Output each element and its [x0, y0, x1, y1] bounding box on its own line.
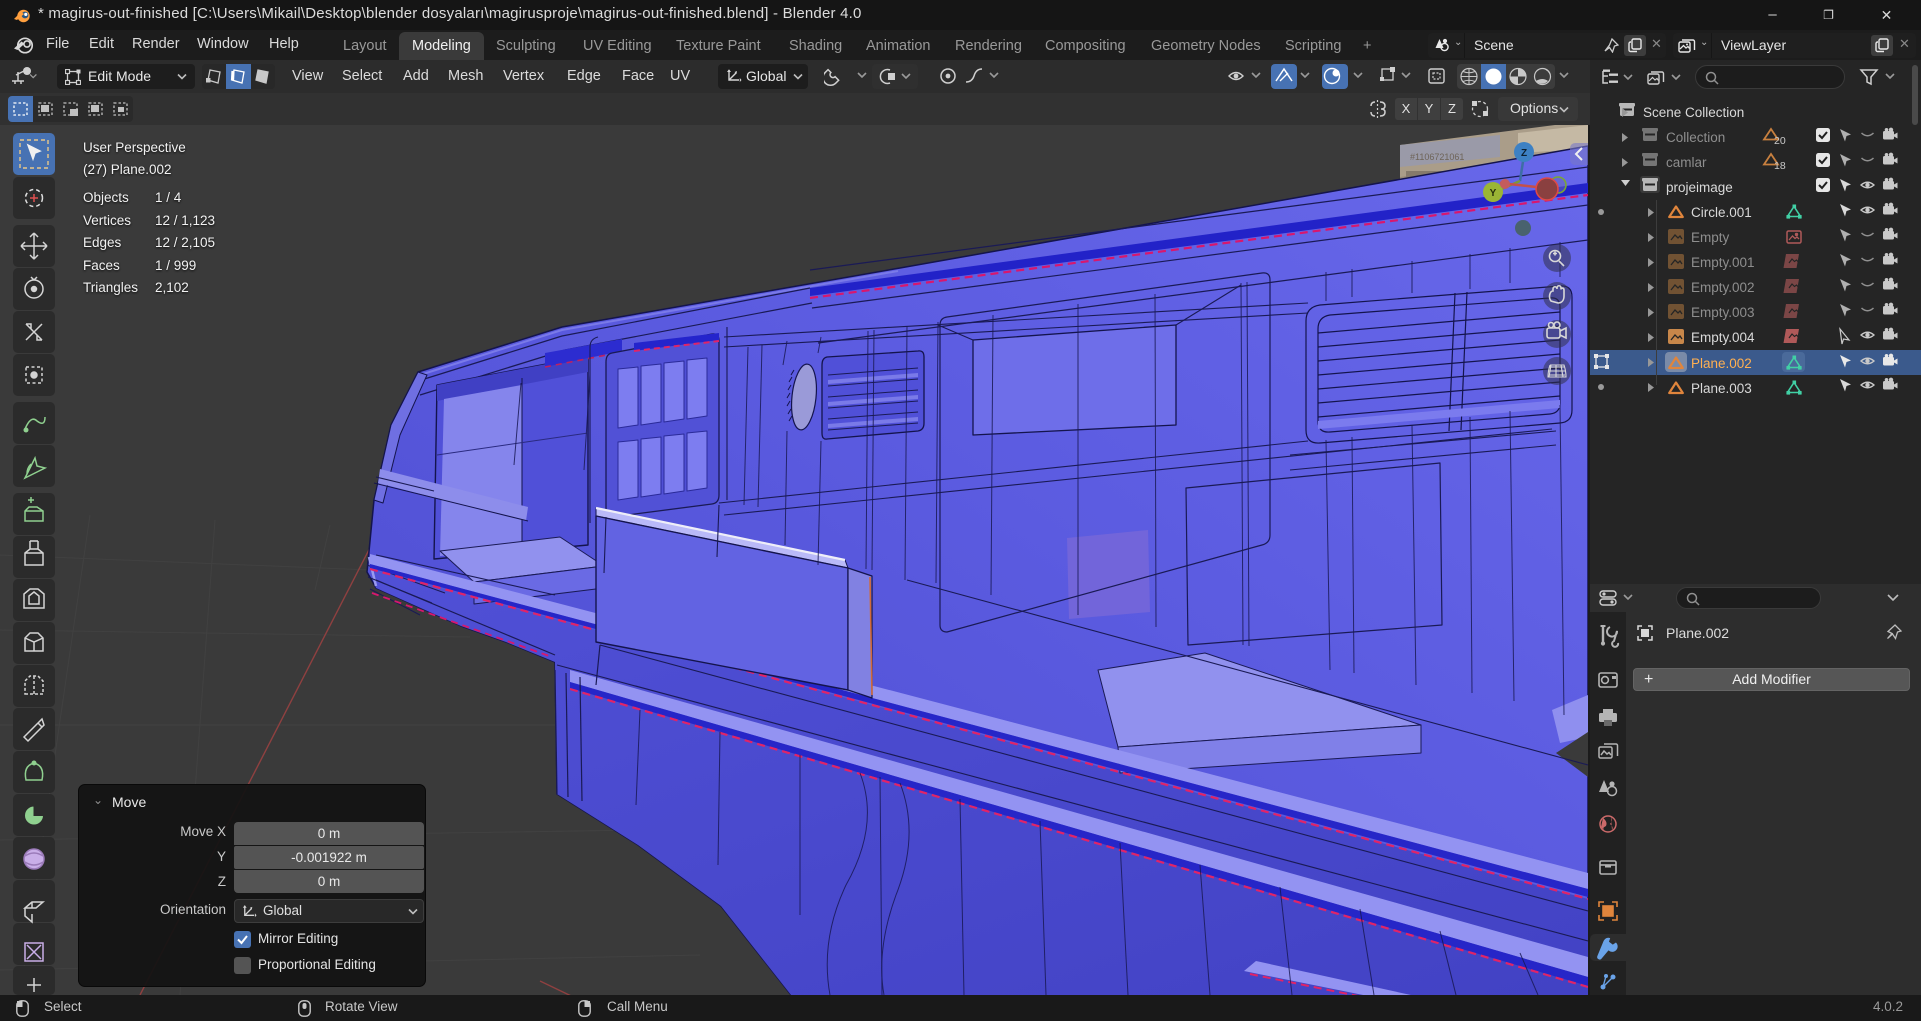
svg-text:Empty.002: Empty.002 — [1691, 280, 1755, 295]
svg-text:camlar: camlar — [1666, 155, 1707, 170]
svg-text:Z: Z — [1521, 148, 1527, 159]
svg-text:Plane.003: Plane.003 — [1691, 381, 1752, 396]
svg-text:Collection: Collection — [1666, 130, 1725, 145]
svg-text:Y: Y — [1490, 188, 1497, 199]
svg-text:Circle.001: Circle.001 — [1691, 205, 1752, 220]
svg-text:#1106721061: #1106721061 — [1410, 152, 1464, 162]
svg-text:Empty.001: Empty.001 — [1691, 255, 1755, 270]
svg-text:18: 18 — [1774, 160, 1786, 172]
svg-text:Scene Collection: Scene Collection — [1643, 105, 1744, 120]
svg-text:Plane.002: Plane.002 — [1691, 356, 1752, 371]
svg-text:projeimage: projeimage — [1666, 180, 1733, 195]
svg-text:Empty.003: Empty.003 — [1691, 305, 1755, 320]
svg-text:Empty: Empty — [1691, 230, 1730, 245]
svg-text:20: 20 — [1774, 135, 1786, 147]
svg-text:Empty.004: Empty.004 — [1691, 330, 1755, 345]
